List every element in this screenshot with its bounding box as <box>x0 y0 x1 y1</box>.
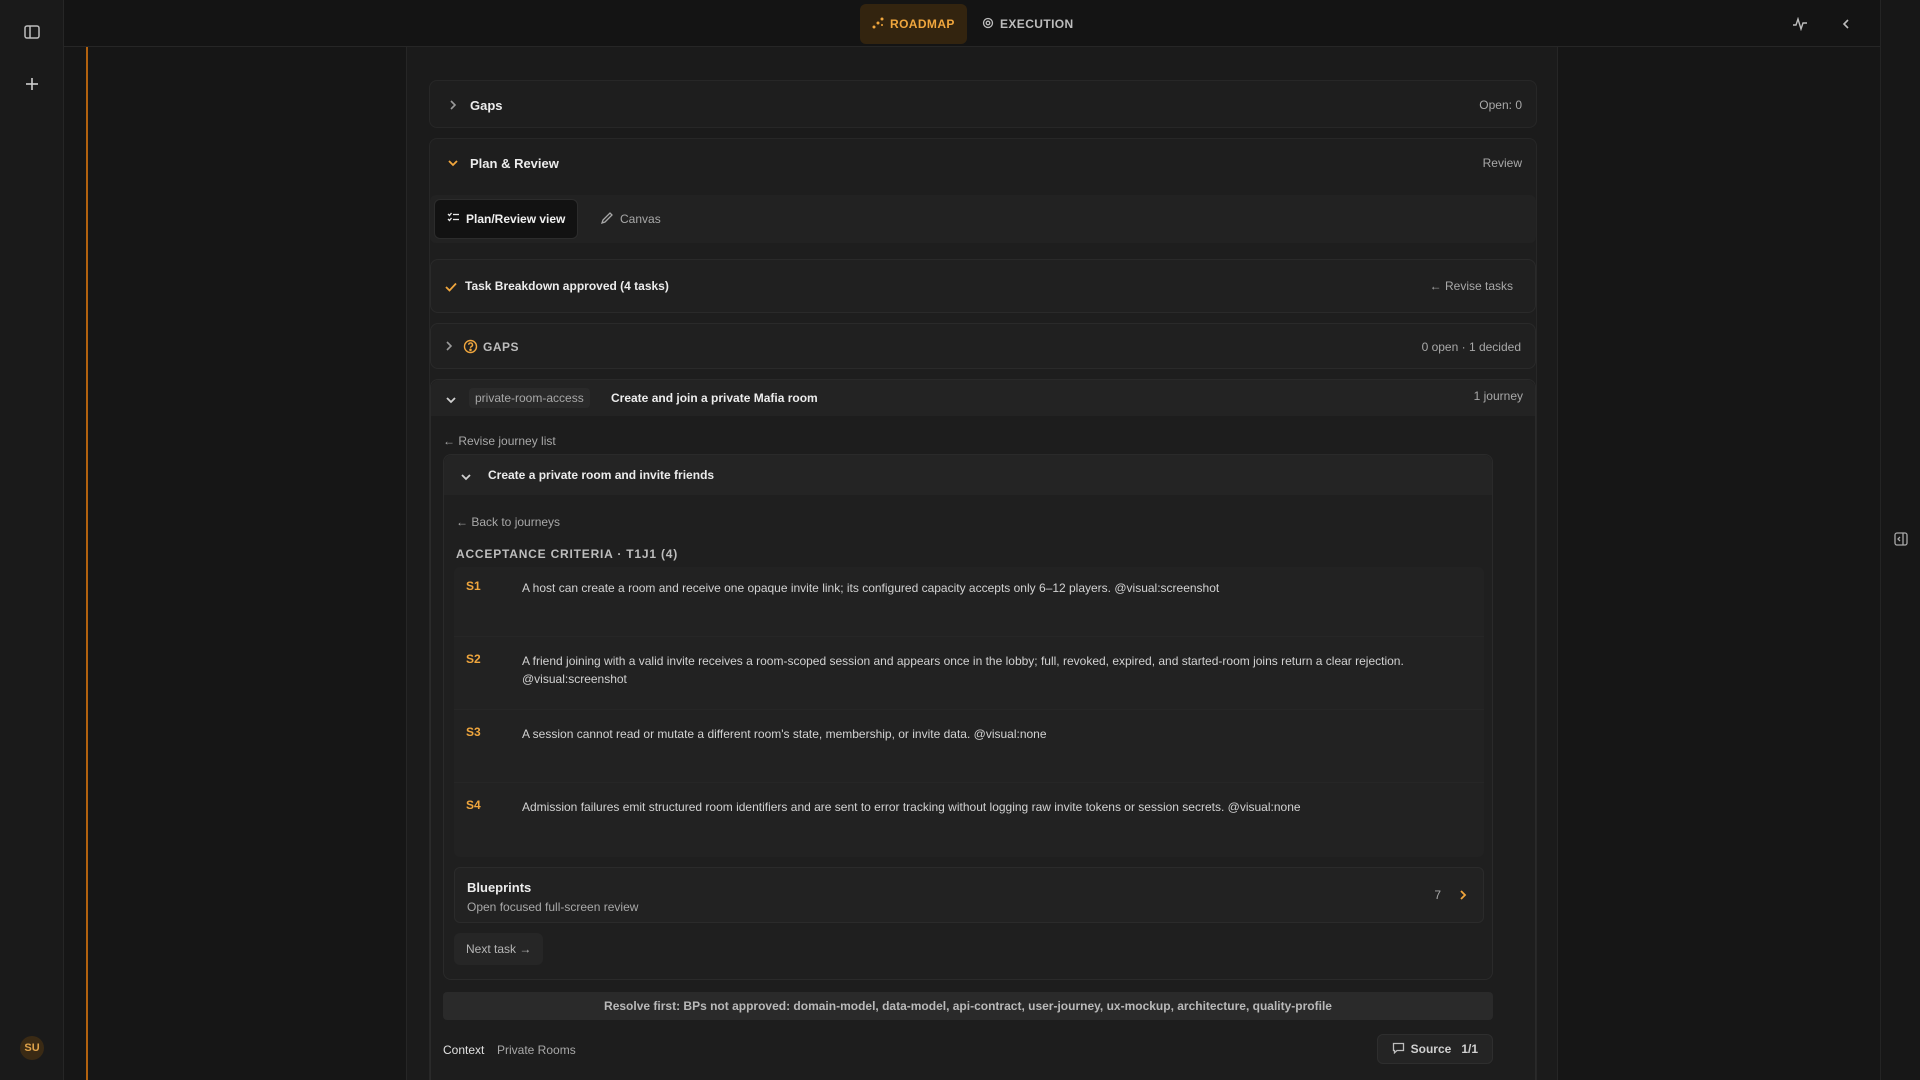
activity-icon[interactable] <box>1788 12 1812 36</box>
chevron-right-icon <box>445 340 453 355</box>
criteria-text: A session cannot read or mutate a differ… <box>522 727 1047 741</box>
main-column: Gaps Open: 0 Plan & Review Review Plan/R… <box>406 47 1558 1080</box>
context-value: Private Rooms <box>497 1043 576 1057</box>
panel-expand-icon[interactable] <box>1893 531 1909 547</box>
gaps-inner-title: GAPS <box>483 340 520 354</box>
criteria-item: S4 Admission failures emit structured ro… <box>454 786 1484 856</box>
gaps-meta: Open: 0 <box>1479 98 1522 112</box>
left-rail: SU <box>0 0 64 1080</box>
journey-card: Create a private room and invite friends… <box>443 454 1493 980</box>
chevron-left-icon[interactable] <box>1834 12 1858 36</box>
feature-card: private-room-access Create and join a pr… <box>430 379 1536 1080</box>
criteria-text: A friend joining with a valid invite rec… <box>522 654 1404 686</box>
source-count: 1/1 <box>1461 1042 1478 1056</box>
feature-title: Create and join a private Mafia room <box>611 391 818 405</box>
accent-line <box>86 47 88 1080</box>
feature-slug: private-room-access <box>469 388 590 408</box>
criteria-text: A host can create a room and receive one… <box>522 581 1220 595</box>
gaps-inner-meta: 0 open · 1 decided <box>1421 340 1521 354</box>
source-label: Source <box>1410 1042 1452 1056</box>
plan-review-header[interactable]: Plan & Review Review <box>430 139 1536 187</box>
criteria-item: S2 A friend joining with a valid invite … <box>454 640 1484 710</box>
context-footer: Context Private Rooms Source 1/1 <box>443 1034 1493 1066</box>
execution-icon <box>982 17 994 32</box>
revise-journey-list-button[interactable]: ← Revise journey list <box>443 434 556 448</box>
plan-review-title: Plan & Review <box>470 155 559 171</box>
criteria-id: S2 <box>466 652 481 666</box>
blueprints-count: 7 <box>1434 888 1441 902</box>
feature-header[interactable]: private-room-access Create and join a pr… <box>431 380 1535 416</box>
criteria-id: S4 <box>466 798 481 812</box>
gaps-section[interactable]: Gaps Open: 0 <box>429 80 1537 128</box>
tab-roadmap[interactable]: ROADMAP <box>860 4 967 44</box>
chevron-right-icon <box>446 98 460 112</box>
criteria-item: S3 A session cannot read or mutate a dif… <box>454 713 1484 783</box>
blueprints-row[interactable]: Blueprints Open focused full-screen revi… <box>454 867 1484 923</box>
criteria-heading: ACCEPTANCE CRITERIA · T1J1 (4) <box>456 547 679 561</box>
tab-roadmap-label: ROADMAP <box>890 17 955 31</box>
plan-review-section: Plan & Review Review Plan/Review view Ca… <box>429 138 1537 1080</box>
chevron-down-icon <box>460 470 472 485</box>
roadmap-icon <box>872 17 884 32</box>
right-rail <box>1880 0 1920 1080</box>
context-label: Context <box>443 1043 485 1057</box>
chevron-down-icon <box>446 156 460 170</box>
criteria-id: S1 <box>466 579 481 593</box>
criteria-text: Admission failures emit structured room … <box>522 800 1301 814</box>
sidebar-toggle-icon[interactable] <box>20 20 44 44</box>
criteria-item: S1 A host can create a room and receive … <box>454 567 1484 637</box>
plan-review-meta: Review <box>1482 156 1522 170</box>
resolve-note: Resolve first: BPs not approved: domain-… <box>443 992 1493 1020</box>
canvas-label: Canvas <box>620 212 661 226</box>
feature-meta: 1 journey <box>1473 389 1523 403</box>
journey-header[interactable]: Create a private room and invite friends <box>444 455 1492 495</box>
list-check-icon <box>447 212 460 226</box>
chevron-right-icon <box>1459 889 1467 904</box>
source-button[interactable]: Source 1/1 <box>1376 1034 1493 1064</box>
task-breakdown-text: Task Breakdown approved (4 tasks) <box>465 279 669 293</box>
check-icon <box>445 280 457 295</box>
plan-review-view-button[interactable]: Plan/Review view <box>434 199 579 239</box>
view-toggle: Plan/Review view Canvas <box>430 195 1536 243</box>
add-icon[interactable] <box>20 72 44 96</box>
criteria-id: S3 <box>466 725 481 739</box>
next-task-label: Next task → <box>466 942 532 956</box>
plan-review-view-label: Plan/Review view <box>466 212 566 226</box>
top-bar: ROADMAP EXECUTION <box>64 0 1880 47</box>
tab-execution[interactable]: EXECUTION <box>970 4 1086 44</box>
comment-icon <box>1392 1042 1405 1057</box>
blueprints-subtitle: Open focused full-screen review <box>467 900 639 914</box>
revise-tasks-button[interactable]: ← Revise tasks <box>1430 279 1513 293</box>
back-to-journeys-button[interactable]: ← Back to journeys <box>456 515 560 529</box>
blueprints-title: Blueprints <box>467 880 532 895</box>
tab-execution-label: EXECUTION <box>1000 17 1074 31</box>
task-breakdown-card: Task Breakdown approved (4 tasks) ← Revi… <box>430 259 1536 313</box>
criteria-list: S1 A host can create a room and receive … <box>454 567 1484 857</box>
help-circle-icon <box>463 339 478 357</box>
pencil-icon <box>600 211 614 228</box>
gaps-title: Gaps <box>470 97 503 113</box>
chevron-down-icon <box>445 393 457 408</box>
gaps-inner-card[interactable]: GAPS 0 open · 1 decided <box>430 323 1536 369</box>
avatar[interactable]: SU <box>20 1036 44 1060</box>
canvas-button[interactable]: Canvas <box>588 199 673 239</box>
next-task-button[interactable]: Next task → <box>454 933 544 965</box>
journey-title: Create a private room and invite friends <box>488 468 715 482</box>
